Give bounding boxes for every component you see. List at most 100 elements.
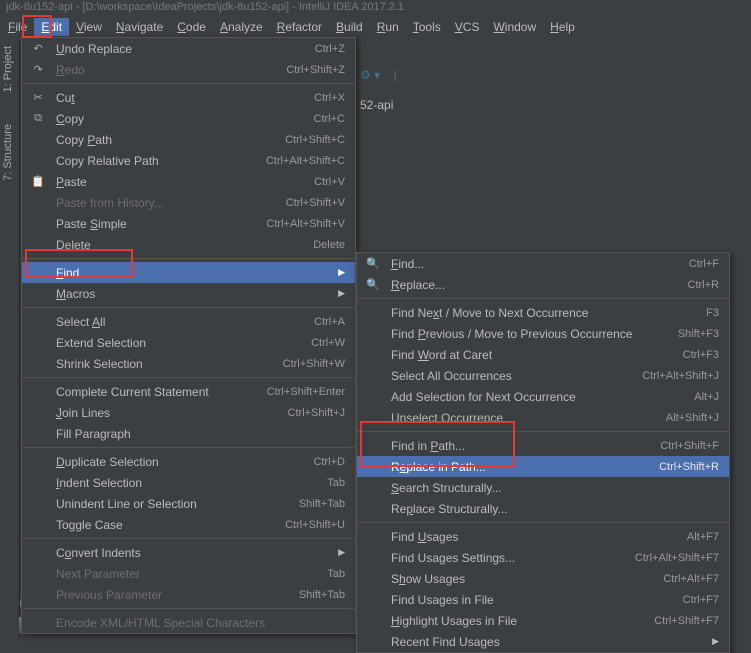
edit-item-paste[interactable]: 📋 Paste Ctrl+V xyxy=(22,171,355,192)
find-item-find-usages[interactable]: Find Usages Alt+F7 xyxy=(357,526,729,547)
edit-item-copy-relative-path[interactable]: Copy Relative PathCtrl+Alt+Shift+C xyxy=(22,150,355,171)
find-label: Find Usages xyxy=(391,530,681,544)
edit-separator xyxy=(22,377,355,378)
gear-icon[interactable]: ⚙ ▾ xyxy=(360,68,380,82)
find-item-replace-structurally[interactable]: Replace Structurally... xyxy=(357,498,729,519)
shortcut-text: Ctrl+F xyxy=(689,258,719,270)
edit-item-find[interactable]: Find▶ xyxy=(22,262,355,283)
menu-view[interactable]: View xyxy=(69,18,109,36)
shortcut-text: Ctrl+V xyxy=(314,176,345,188)
find-label: Find Word at Caret xyxy=(391,348,677,362)
find-item-highlight-usages-in-file[interactable]: Highlight Usages in FileCtrl+Shift+F7 xyxy=(357,610,729,631)
edit-label: Redo xyxy=(56,63,280,77)
find-separator xyxy=(357,298,729,299)
find-label: Recent Find Usages xyxy=(391,635,706,649)
edit-item-indent-selection[interactable]: Indent SelectionTab xyxy=(22,472,355,493)
menu-edit[interactable]: Edit xyxy=(34,18,69,36)
edit-item-complete-current-statement[interactable]: Complete Current StatementCtrl+Shift+Ent… xyxy=(22,381,355,402)
edit-item-extend-selection[interactable]: Extend SelectionCtrl+W xyxy=(22,332,355,353)
toolbar-background: ⚙ ▾ | xyxy=(360,68,397,82)
edit-label: Join Lines xyxy=(56,406,282,420)
tool-tab-structure[interactable]: 7: Structure xyxy=(0,118,16,187)
find-item-find-word-at-caret[interactable]: Find Word at Caret Ctrl+F3 xyxy=(357,344,729,365)
edit-item-shrink-selection[interactable]: Shrink SelectionCtrl+Shift+W xyxy=(22,353,355,374)
find-item-find-in-path[interactable]: Find in Path...Ctrl+Shift+F xyxy=(357,435,729,456)
find-item-select-all-occurrences[interactable]: Select All OccurrencesCtrl+Alt+Shift+J xyxy=(357,365,729,386)
menu-navigate[interactable]: Navigate xyxy=(109,18,170,36)
edit-label: Previous Parameter xyxy=(56,588,293,602)
shortcut-text: Ctrl+Alt+Shift+C xyxy=(266,155,345,167)
find-item-replace[interactable]: 🔍Replace...Ctrl+R xyxy=(357,274,729,295)
shortcut-text: Ctrl+R xyxy=(688,279,719,291)
find-submenu: 🔍Find...Ctrl+F🔍Replace...Ctrl+R Find Next… xyxy=(356,252,730,653)
find-item-show-usages[interactable]: Show UsagesCtrl+Alt+F7 xyxy=(357,568,729,589)
edit-item-unindent-line-or-selection[interactable]: Unindent Line or Selection Shift+Tab xyxy=(22,493,355,514)
edit-label: Paste xyxy=(56,175,308,189)
menu-window[interactable]: Window xyxy=(486,18,543,36)
menu-vcs[interactable]: VCS xyxy=(448,18,487,36)
edit-label: Macros xyxy=(56,287,332,301)
find-separator xyxy=(357,522,729,523)
menu-code[interactable]: Code xyxy=(170,18,213,36)
shortcut-text: F3 xyxy=(706,307,719,319)
edit-item-fill-paragraph[interactable]: Fill Paragraph xyxy=(22,423,355,444)
shortcut-text: Ctrl+Alt+Shift+V xyxy=(266,218,345,230)
find-item-find-usages-settings[interactable]: Find Usages Settings...Ctrl+Alt+Shift+F7 xyxy=(357,547,729,568)
paste-icon: 📋 xyxy=(30,175,46,188)
find-item-find[interactable]: 🔍Find...Ctrl+F xyxy=(357,253,729,274)
menu-analyze[interactable]: Analyze xyxy=(213,18,270,36)
edit-label: Undo Replace xyxy=(56,42,309,56)
shortcut-text: Ctrl+Shift+F xyxy=(660,440,719,452)
find-item-find-next-move-to-next-occurrence[interactable]: Find Next / Move to Next OccurrenceF3 xyxy=(357,302,729,323)
shortcut-text: Shift+Tab xyxy=(299,498,345,510)
edit-label: Duplicate Selection xyxy=(56,455,308,469)
edit-label: Toggle Case xyxy=(56,518,279,532)
edit-item-join-lines[interactable]: Join LinesCtrl+Shift+J xyxy=(22,402,355,423)
menu-help[interactable]: Help xyxy=(543,18,582,36)
edit-label: Paste Simple xyxy=(56,217,260,231)
shortcut-text: Ctrl+Shift+Enter xyxy=(267,386,345,398)
find-item-find-previous-move-to-previous-occurrence[interactable]: Find Previous / Move to Previous Occurre… xyxy=(357,323,729,344)
edit-item-toggle-case[interactable]: Toggle CaseCtrl+Shift+U xyxy=(22,514,355,535)
shortcut-text: Ctrl+F3 xyxy=(683,349,719,361)
edit-item-cut[interactable]: ✂CutCtrl+X xyxy=(22,87,355,108)
edit-item-delete[interactable]: DeleteDelete xyxy=(22,234,355,255)
menu-file[interactable]: File xyxy=(1,18,34,36)
shortcut-text: Shift+Tab xyxy=(299,589,345,601)
find-item-replace-in-path[interactable]: Replace in Path...Ctrl+Shift+R xyxy=(357,456,729,477)
edit-label: Fill Paragraph xyxy=(56,427,345,441)
copy-icon: ⧉ xyxy=(30,112,46,125)
find-item-find-usages-in-file[interactable]: Find Usages in FileCtrl+F7 xyxy=(357,589,729,610)
menu-refactor[interactable]: Refactor xyxy=(270,18,329,36)
shortcut-text: Alt+F7 xyxy=(687,531,719,543)
shortcut-text: Ctrl+A xyxy=(314,316,345,328)
menu-build[interactable]: Build xyxy=(329,18,370,36)
edit-item-paste-simple[interactable]: Paste Simple Ctrl+Alt+Shift+V xyxy=(22,213,355,234)
edit-label: Unindent Line or Selection xyxy=(56,497,293,511)
edit-item-copy-path[interactable]: Copy PathCtrl+Shift+C xyxy=(22,129,355,150)
shortcut-text: Ctrl+Z xyxy=(315,43,345,55)
find-item-add-selection-for-next-occurrence[interactable]: Add Selection for Next OccurrenceAlt+J xyxy=(357,386,729,407)
edit-item-undo-replace[interactable]: ↶Undo ReplaceCtrl+Z xyxy=(22,38,355,59)
edit-separator xyxy=(22,83,355,84)
edit-item-copy[interactable]: ⧉CopyCtrl+C xyxy=(22,108,355,129)
find-icon: 🔍 xyxy=(365,257,381,270)
edit-item-duplicate-selection[interactable]: Duplicate SelectionCtrl+D xyxy=(22,451,355,472)
edit-label: Paste from History... xyxy=(56,196,280,210)
edit-item-convert-indents[interactable]: Convert Indents▶ xyxy=(22,542,355,563)
edit-item-macros[interactable]: Macros▶ xyxy=(22,283,355,304)
find-item-recent-find-usages[interactable]: Recent Find Usages▶ xyxy=(357,631,729,652)
shortcut-text: Ctrl+X xyxy=(314,92,345,104)
tool-tab-project[interactable]: 1: Project xyxy=(0,40,16,98)
shortcut-text: Ctrl+Shift+V xyxy=(286,197,345,209)
edit-label: Extend Selection xyxy=(56,336,305,350)
menu-run[interactable]: Run xyxy=(370,18,406,36)
menu-tools[interactable]: Tools xyxy=(406,18,448,36)
find-item-unselect-occurrence[interactable]: Unselect OccurrenceAlt+Shift+J xyxy=(357,407,729,428)
edit-item-select-all[interactable]: Select AllCtrl+A xyxy=(22,311,355,332)
window-title: jdk-8u152-api - [D:\workspace\IdeaProjec… xyxy=(0,0,751,17)
find-item-search-structurally[interactable]: Search Structurally... xyxy=(357,477,729,498)
edit-label: Encode XML/HTML Special Characters xyxy=(56,616,345,630)
edit-label: Delete xyxy=(56,238,307,252)
edit-separator xyxy=(22,258,355,259)
